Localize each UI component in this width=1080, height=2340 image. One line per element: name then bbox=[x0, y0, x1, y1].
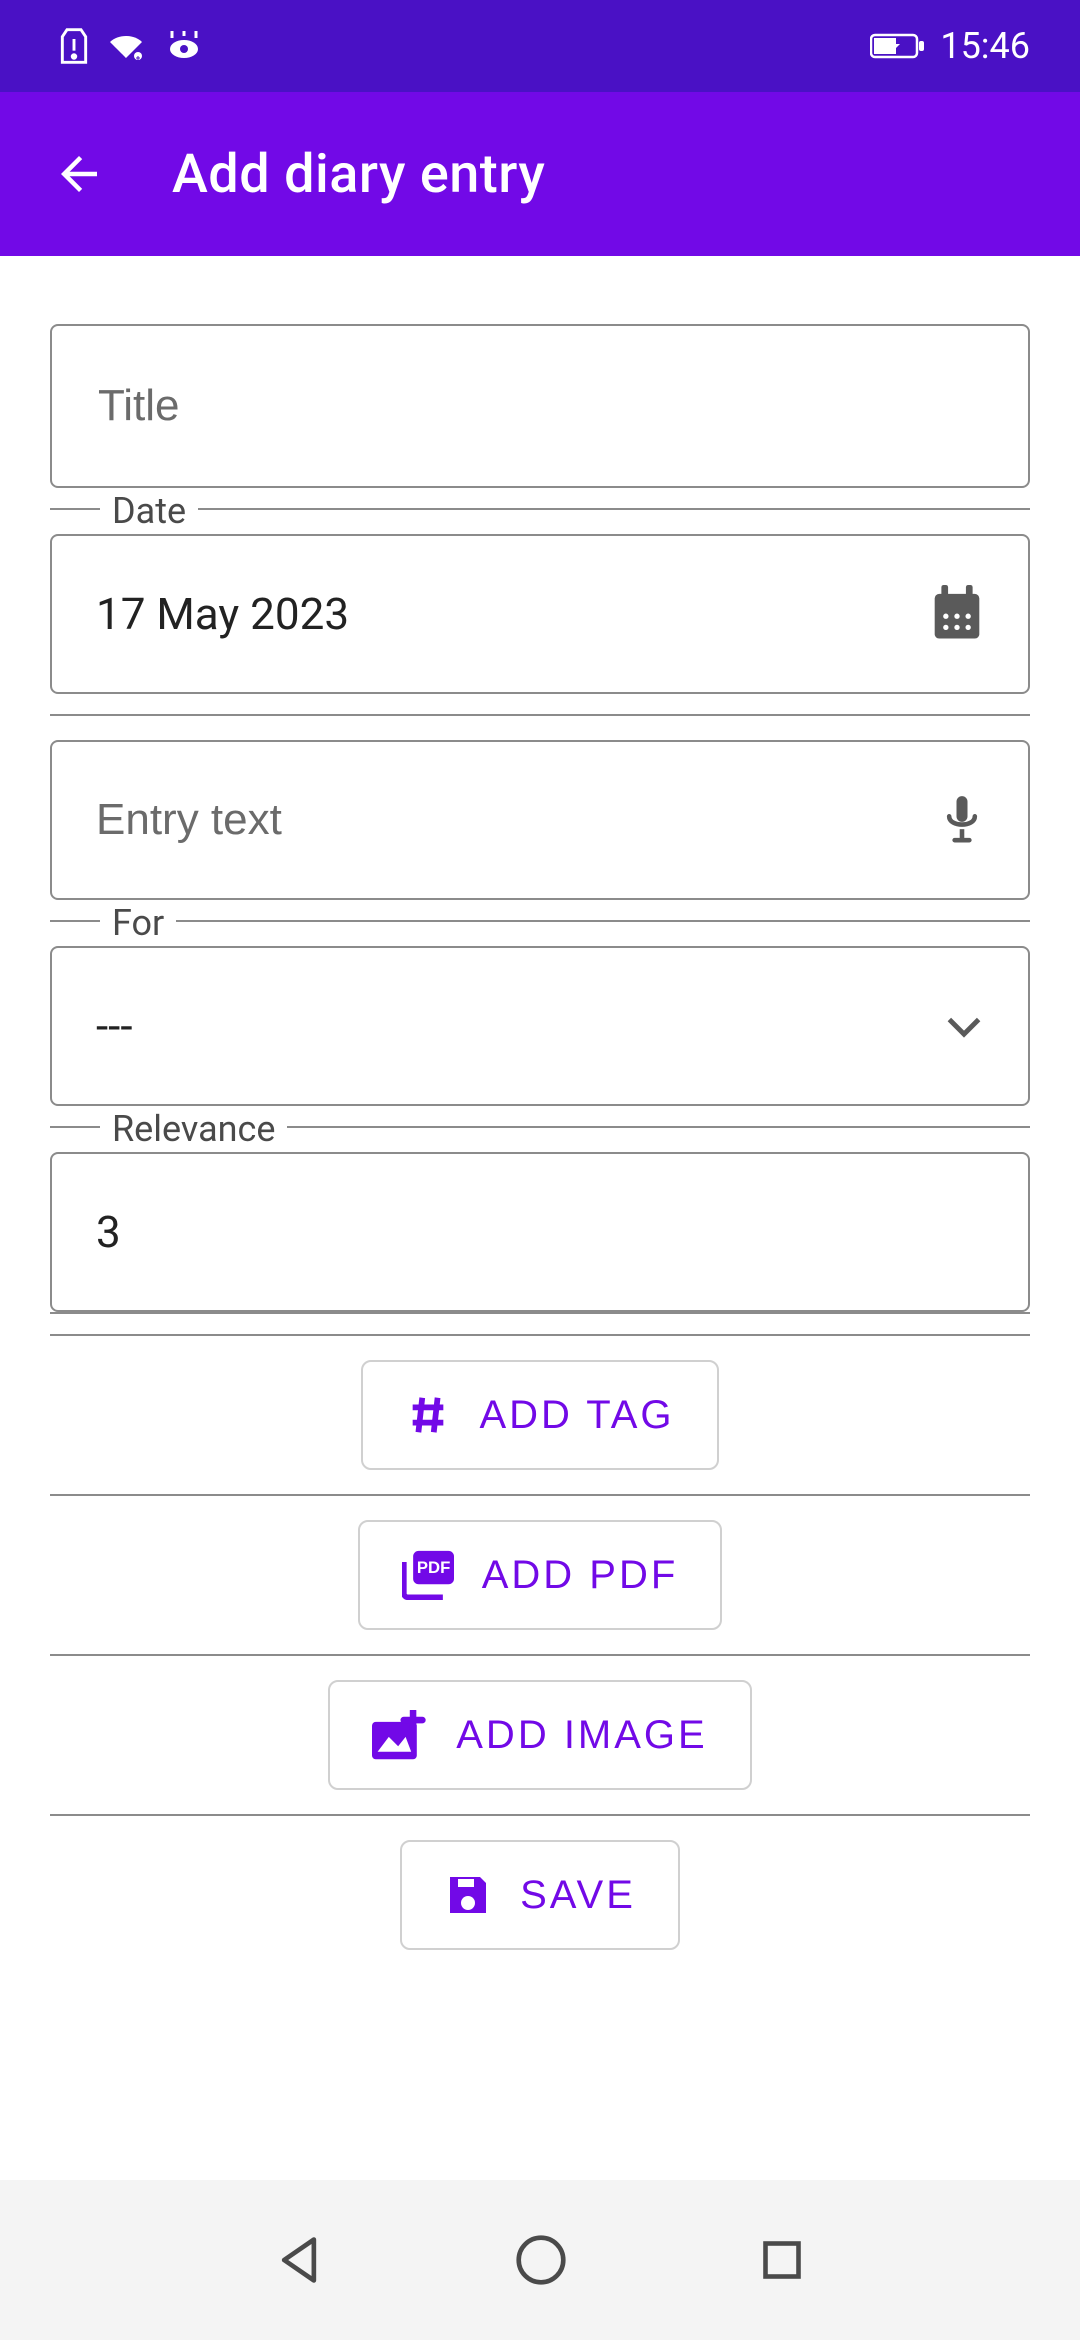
save-label: SAVE bbox=[520, 1873, 636, 1918]
app-bar: Add diary entry bbox=[0, 92, 1080, 256]
pdf-icon: PDF bbox=[402, 1550, 454, 1600]
for-group: For --- bbox=[50, 920, 1030, 1106]
add-tag-section: ADD TAG bbox=[50, 1334, 1030, 1494]
status-time: 15:46 bbox=[940, 25, 1030, 67]
chevron-down-icon bbox=[944, 1013, 984, 1039]
battery-charging-icon bbox=[870, 32, 926, 60]
microphone-icon[interactable] bbox=[940, 792, 984, 848]
nav-home-button[interactable] bbox=[515, 2234, 567, 2286]
add-image-icon bbox=[372, 1710, 428, 1760]
add-pdf-button[interactable]: PDF ADD PDF bbox=[358, 1520, 723, 1630]
page-title: Add diary entry bbox=[172, 143, 545, 206]
sim-alert-icon bbox=[60, 27, 88, 65]
add-image-button[interactable]: ADD IMAGE bbox=[328, 1680, 751, 1790]
add-pdf-label: ADD PDF bbox=[482, 1553, 679, 1598]
entry-field[interactable] bbox=[50, 740, 1030, 900]
status-right: 15:46 bbox=[870, 25, 1030, 67]
hash-icon bbox=[405, 1392, 451, 1438]
title-input[interactable] bbox=[98, 381, 982, 431]
for-dropdown[interactable]: --- bbox=[50, 946, 1030, 1106]
save-button[interactable]: SAVE bbox=[400, 1840, 680, 1950]
add-image-label: ADD IMAGE bbox=[456, 1713, 707, 1758]
status-bar: 15:46 bbox=[0, 0, 1080, 92]
calendar-icon[interactable] bbox=[930, 585, 984, 643]
add-tag-label: ADD TAG bbox=[479, 1393, 674, 1438]
nav-back-button[interactable] bbox=[276, 2234, 322, 2286]
add-pdf-section: PDF ADD PDF bbox=[50, 1494, 1030, 1654]
add-image-section: ADD IMAGE bbox=[50, 1654, 1030, 1814]
date-label: Date bbox=[100, 490, 198, 532]
date-field[interactable]: 17 May 2023 bbox=[50, 534, 1030, 694]
nav-recent-button[interactable] bbox=[760, 2238, 804, 2282]
for-value: --- bbox=[96, 1000, 132, 1052]
for-label: For bbox=[100, 902, 176, 944]
title-field[interactable] bbox=[50, 324, 1030, 488]
relevance-field[interactable]: 3 bbox=[50, 1152, 1030, 1312]
eye-icon bbox=[164, 31, 204, 61]
back-button[interactable] bbox=[52, 147, 106, 201]
add-tag-button[interactable]: ADD TAG bbox=[361, 1360, 718, 1470]
entry-text-input[interactable] bbox=[96, 795, 940, 845]
status-left-icons bbox=[60, 27, 204, 65]
form-content: Date 17 May 2023 bbox=[0, 256, 1080, 2180]
date-group: Date 17 May 2023 bbox=[50, 508, 1030, 694]
entry-group bbox=[50, 714, 1030, 900]
relevance-value: 3 bbox=[96, 1206, 121, 1258]
navigation-bar bbox=[0, 2180, 1080, 2340]
save-icon bbox=[444, 1871, 492, 1919]
wifi-icon bbox=[106, 30, 146, 62]
date-value: 17 May 2023 bbox=[96, 588, 349, 640]
save-section: SAVE bbox=[50, 1814, 1030, 1974]
relevance-group: Relevance 3 bbox=[50, 1126, 1030, 1314]
relevance-label: Relevance bbox=[100, 1108, 287, 1150]
svg-text:PDF: PDF bbox=[417, 1558, 450, 1577]
